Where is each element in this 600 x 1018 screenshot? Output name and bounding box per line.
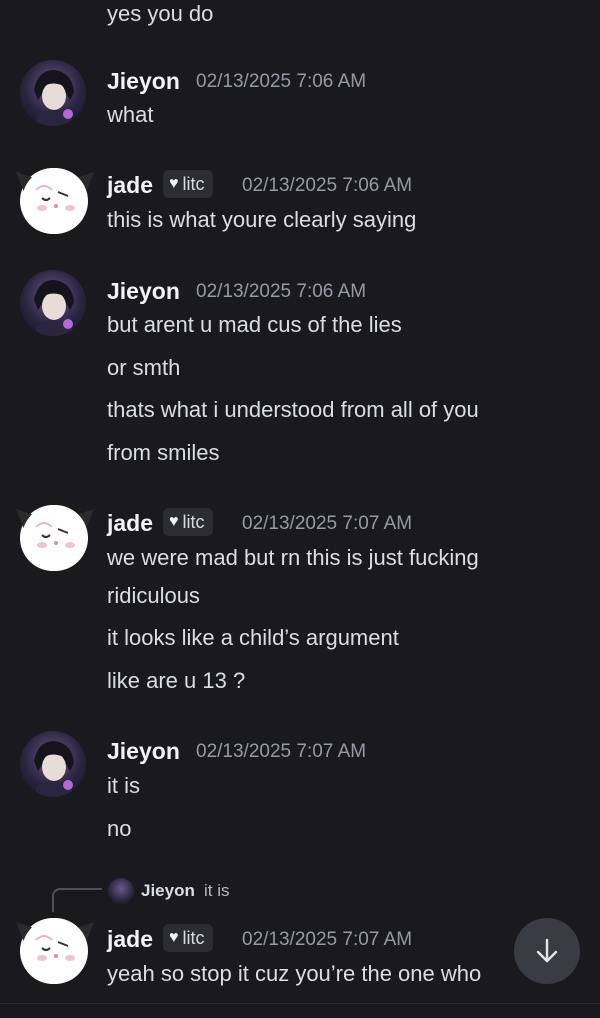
message-list-bottom-edge (0, 1003, 600, 1018)
timestamp: 02/13/2025 7:06 AM (196, 281, 367, 302)
role-tag-label: litc (182, 511, 205, 532)
avatar[interactable] (16, 168, 94, 234)
timestamp: 02/13/2025 7:07 AM (196, 741, 367, 762)
reply-preview-text[interactable]: it is (204, 879, 230, 903)
role-tag[interactable]: ♥ litc (163, 170, 213, 198)
arrow-down-icon (536, 938, 558, 963)
message-text: yes you do (107, 1, 214, 26)
message-text: yeah so stop it cuz you’re the one who (107, 961, 482, 986)
message-text: like are u 13 ? (107, 668, 246, 693)
role-tag[interactable]: ♥ litc (163, 508, 213, 536)
timestamp: 02/13/2025 7:07 AM (242, 929, 413, 950)
author-name[interactable]: jade (107, 171, 153, 199)
timestamp: 02/13/2025 7:06 AM (242, 175, 413, 196)
avatar-jade-image (16, 918, 94, 984)
message-text: or smth (107, 355, 181, 380)
author-name[interactable]: jade (107, 925, 153, 953)
author-name[interactable]: Jieyon (107, 67, 180, 95)
reply-author[interactable]: Jieyon (141, 879, 195, 903)
role-tag[interactable]: ♥ litc (163, 924, 213, 952)
reply-avatar[interactable] (108, 878, 134, 904)
author-name[interactable]: jade (107, 509, 153, 537)
message-text: we were mad but rn this is just fucking (107, 545, 479, 570)
avatar-jade-image (16, 168, 94, 234)
jump-to-present-button[interactable] (514, 918, 580, 984)
message-text: it looks like a child’s argument (107, 625, 399, 650)
role-tag-label: litc (182, 927, 205, 948)
message-text: ridiculous (107, 583, 200, 608)
message-text: this is what youre clearly saying (107, 207, 417, 232)
avatar-jade-image (16, 505, 94, 571)
avatar[interactable] (20, 270, 86, 336)
role-tag-label: litc (182, 173, 205, 194)
author-name[interactable]: Jieyon (107, 737, 180, 765)
avatar-jieyon-image (34, 70, 74, 126)
avatar-jieyon-image (34, 280, 74, 336)
author-name[interactable]: Jieyon (107, 277, 180, 305)
message-text: no (107, 816, 132, 841)
avatar-jieyon-image (34, 741, 74, 797)
heart-icon: ♥ (169, 175, 179, 192)
heart-icon: ♥ (169, 929, 179, 946)
timestamp: 02/13/2025 7:06 AM (196, 71, 367, 92)
message-text: but arent u mad cus of the lies (107, 312, 402, 337)
avatar[interactable] (16, 505, 94, 571)
avatar[interactable] (16, 918, 94, 984)
heart-icon: ♥ (169, 513, 179, 530)
message-text: what (107, 102, 154, 127)
timestamp: 02/13/2025 7:07 AM (242, 513, 413, 534)
message-text: from smiles (107, 440, 220, 465)
message-text: it is (107, 773, 140, 798)
avatar[interactable] (20, 60, 86, 126)
avatar[interactable] (20, 731, 86, 797)
message-text: thats what i understood from all of you (107, 397, 479, 422)
